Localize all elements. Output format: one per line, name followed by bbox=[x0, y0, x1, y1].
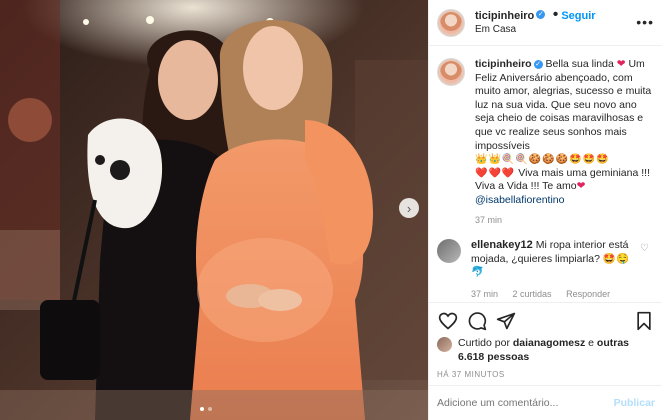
comment-emojis: 🤩🤤 bbox=[602, 252, 630, 265]
username-link[interactable]: ticipinheiro bbox=[475, 10, 534, 22]
comment-meta: 37 min 2 curtidas Responder bbox=[471, 288, 639, 301]
verified-icon: ✓ bbox=[533, 59, 543, 69]
liker-username[interactable]: daianagomesz bbox=[513, 337, 585, 349]
likes-middle: e bbox=[588, 337, 594, 349]
likes-text: Curtido por daianagomesz e outras 6.618 … bbox=[458, 336, 655, 364]
post-sidebar: ticipinheiro ✓ • Seguir Em Casa ••• ticipi… bbox=[428, 0, 662, 420]
post-timestamp: HÁ 37 MINUTOS bbox=[437, 370, 505, 379]
chevron-right-icon: › bbox=[406, 200, 412, 216]
comments-section: ticipinheiro ✓ Bella sua linda ❤ Um Feliz… bbox=[429, 46, 662, 301]
heart-emoji: ❤ bbox=[576, 180, 586, 193]
caption-body: ticipinheiro ✓ Bella sua linda ❤ Um Feliz… bbox=[475, 58, 655, 227]
likes-prefix: Curtido por bbox=[458, 337, 510, 349]
add-comment-bar: Publicar bbox=[429, 385, 662, 420]
photo-illustration bbox=[0, 0, 428, 420]
bookmark-icon[interactable] bbox=[635, 311, 653, 331]
caption-text: Um Feliz Aniversário abençoado, com muit… bbox=[475, 58, 652, 152]
share-icon[interactable] bbox=[496, 311, 516, 331]
comment-likes[interactable]: 2 curtidas bbox=[513, 289, 552, 299]
avatar[interactable] bbox=[437, 8, 465, 37]
instagram-post: › ticipinheiro ✓ • Seguir Em Casa ••• tici… bbox=[0, 0, 662, 420]
likes-summary: Curtido por daianagomesz e outras 6.618 … bbox=[437, 336, 655, 364]
header-text: ticipinheiro ✓ • Seguir Em Casa bbox=[475, 6, 596, 37]
comment-icon[interactable] bbox=[467, 311, 487, 331]
more-options-icon[interactable]: ••• bbox=[636, 14, 654, 30]
verified-icon: ✓ bbox=[536, 10, 546, 20]
comment-item: ellenakey12 Mi ropa interior está mojada… bbox=[437, 239, 655, 301]
publish-button[interactable]: Publicar bbox=[614, 397, 655, 409]
heart-emoji: ❤ bbox=[616, 58, 626, 70]
comment-time: 37 min bbox=[471, 288, 499, 299]
caption-time: 37 min bbox=[475, 214, 503, 225]
comment-body: ellenakey12 Mi ropa interior está mojada… bbox=[471, 239, 639, 301]
mention-link[interactable]: @isabellafiorentino bbox=[475, 194, 655, 208]
post-header: ticipinheiro ✓ • Seguir Em Casa ••• bbox=[429, 0, 662, 46]
heart-icon[interactable] bbox=[438, 311, 458, 331]
reply-button[interactable]: Responder bbox=[566, 289, 610, 299]
caption-line1: Bella sua linda bbox=[545, 58, 614, 70]
carousel-dot bbox=[208, 407, 212, 411]
next-photo-button[interactable]: › bbox=[399, 198, 419, 218]
caption: ticipinheiro ✓ Bella sua linda ❤ Um Feliz… bbox=[437, 58, 655, 227]
separator: • bbox=[552, 6, 559, 23]
caption-emojis: 👑👑🍭🍭🍪🍪🍪🤩🤩🤩 bbox=[475, 154, 610, 166]
avatar[interactable] bbox=[437, 337, 452, 352]
caption-username[interactable]: ticipinheiro bbox=[475, 58, 532, 70]
comment-heart-icon[interactable]: ♡ bbox=[640, 243, 649, 254]
follow-button[interactable]: Seguir bbox=[561, 10, 595, 22]
avatar-image bbox=[440, 11, 462, 34]
comment-username[interactable]: ellenakey12 bbox=[471, 239, 533, 251]
comment-emoji-2: 🐬 bbox=[471, 266, 485, 279]
caption-emojis-hearts: ❤️❤️❤️ bbox=[475, 167, 516, 179]
avatar[interactable] bbox=[437, 239, 461, 264]
avatar[interactable] bbox=[437, 58, 465, 86]
location-link[interactable]: Em Casa bbox=[475, 23, 596, 37]
avatar-image bbox=[440, 61, 462, 83]
carousel-dots bbox=[200, 407, 212, 411]
post-photo[interactable]: › bbox=[0, 0, 428, 420]
carousel-dot bbox=[200, 407, 204, 411]
comment-input[interactable] bbox=[437, 397, 607, 409]
